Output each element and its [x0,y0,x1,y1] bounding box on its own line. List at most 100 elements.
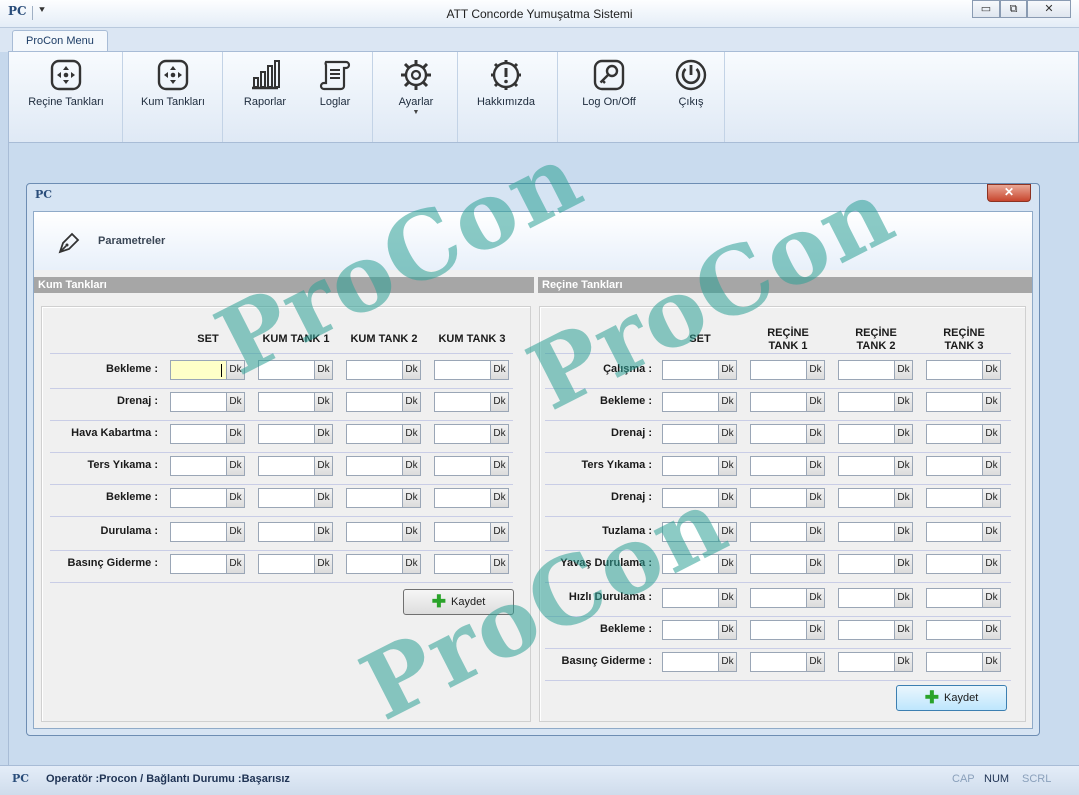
hakkimizda-button[interactable]: Hakkımızda [461,58,551,108]
recine-tanklari-button[interactable]: Reçine Tankları [21,58,111,108]
duration-input[interactable] [838,588,895,608]
unit-label: Dk [894,652,913,672]
duration-input[interactable] [926,554,983,574]
duration-input[interactable] [926,522,983,542]
loglar-button[interactable]: Loglar [290,58,380,108]
cikis-button[interactable]: Çıkış [646,58,736,108]
duration-input[interactable] [838,620,895,640]
duration-input[interactable] [662,652,719,672]
duration-input[interactable] [346,360,403,380]
unit-label: Dk [894,392,913,412]
duration-input[interactable] [170,392,227,412]
duration-input[interactable] [926,456,983,476]
duration-input[interactable] [838,554,895,574]
duration-input[interactable] [258,456,315,476]
duration-field: Dk [662,588,737,608]
duration-field: Dk [750,588,825,608]
duration-input[interactable] [258,392,315,412]
kum-panel: SET KUM TANK 1 KUM TANK 2 KUM TANK 3 Bekleme… [41,306,531,722]
duration-input[interactable] [926,652,983,672]
log-on-off-button[interactable]: Log On/Off [564,58,654,108]
unit-label: Dk [314,456,333,476]
duration-input[interactable] [258,424,315,444]
unit-label: Dk [226,456,245,476]
duration-field: Dk [838,522,913,542]
duration-input[interactable] [926,620,983,640]
duration-input[interactable] [258,488,315,508]
duration-input[interactable] [926,488,983,508]
duration-input[interactable] [434,424,491,444]
duration-input[interactable] [170,360,227,380]
duration-input[interactable] [662,424,719,444]
child-close-button[interactable]: ✕ [987,184,1031,202]
unit-label: Dk [894,620,913,640]
duration-input[interactable] [434,554,491,574]
duration-input[interactable] [750,522,807,542]
duration-input[interactable] [838,456,895,476]
duration-input[interactable] [838,488,895,508]
maximize-button[interactable]: ⧉ [1000,0,1027,18]
duration-input[interactable] [258,522,315,542]
duration-field: Dk [926,554,1001,574]
duration-input[interactable] [750,652,807,672]
ayarlar-button[interactable]: Ayarlar ▼ [371,58,461,116]
duration-input[interactable] [346,392,403,412]
duration-input[interactable] [838,522,895,542]
duration-input[interactable] [346,522,403,542]
duration-input[interactable] [838,424,895,444]
duration-input[interactable] [926,424,983,444]
kum-save-button[interactable]: ✚ Kaydet [403,589,514,615]
unit-label: Dk [402,554,421,574]
duration-input[interactable] [170,554,227,574]
window-title: ATT Concorde Yumuşatma Sistemi [446,7,633,21]
duration-input[interactable] [170,522,227,542]
duration-input[interactable] [838,360,895,380]
duration-input[interactable] [750,360,807,380]
duration-input[interactable] [662,522,719,542]
duration-input[interactable] [346,424,403,444]
row-label: Bekleme : [600,395,652,407]
duration-input[interactable] [750,620,807,640]
duration-input[interactable] [926,392,983,412]
kum-tanklari-button[interactable]: Kum Tankları [128,58,218,108]
duration-input[interactable] [258,554,315,574]
duration-input[interactable] [434,488,491,508]
duration-input[interactable] [170,456,227,476]
duration-input[interactable] [926,360,983,380]
duration-input[interactable] [662,456,719,476]
duration-input[interactable] [750,392,807,412]
duration-input[interactable] [838,392,895,412]
unit-label: Dk [806,554,825,574]
duration-input[interactable] [750,488,807,508]
duration-input[interactable] [662,588,719,608]
duration-input[interactable] [434,456,491,476]
duration-input[interactable] [750,456,807,476]
duration-input[interactable] [662,488,719,508]
tab-procon-menu[interactable]: ProCon Menu [12,30,108,53]
recine-save-button[interactable]: ✚ Kaydet [896,685,1007,711]
duration-input[interactable] [346,554,403,574]
kum-section-header: Kum Tankları [34,277,534,293]
duration-input[interactable] [662,620,719,640]
duration-input[interactable] [346,488,403,508]
row-divider [545,680,1011,681]
duration-input[interactable] [346,456,403,476]
duration-input[interactable] [750,588,807,608]
duration-input[interactable] [838,652,895,672]
duration-input[interactable] [750,424,807,444]
duration-input[interactable] [434,360,491,380]
minimize-button[interactable]: ▭ [972,0,1000,18]
ribbon-button-label: Log On/Off [582,96,636,108]
duration-input[interactable] [258,360,315,380]
close-button[interactable]: ✕ [1027,0,1071,18]
duration-input[interactable] [170,488,227,508]
duration-input[interactable] [662,392,719,412]
duration-input[interactable] [434,522,491,542]
duration-input[interactable] [170,424,227,444]
duration-input[interactable] [750,554,807,574]
duration-field: Dk [838,652,913,672]
duration-input[interactable] [662,360,719,380]
duration-input[interactable] [662,554,719,574]
duration-input[interactable] [434,392,491,412]
duration-input[interactable] [926,588,983,608]
